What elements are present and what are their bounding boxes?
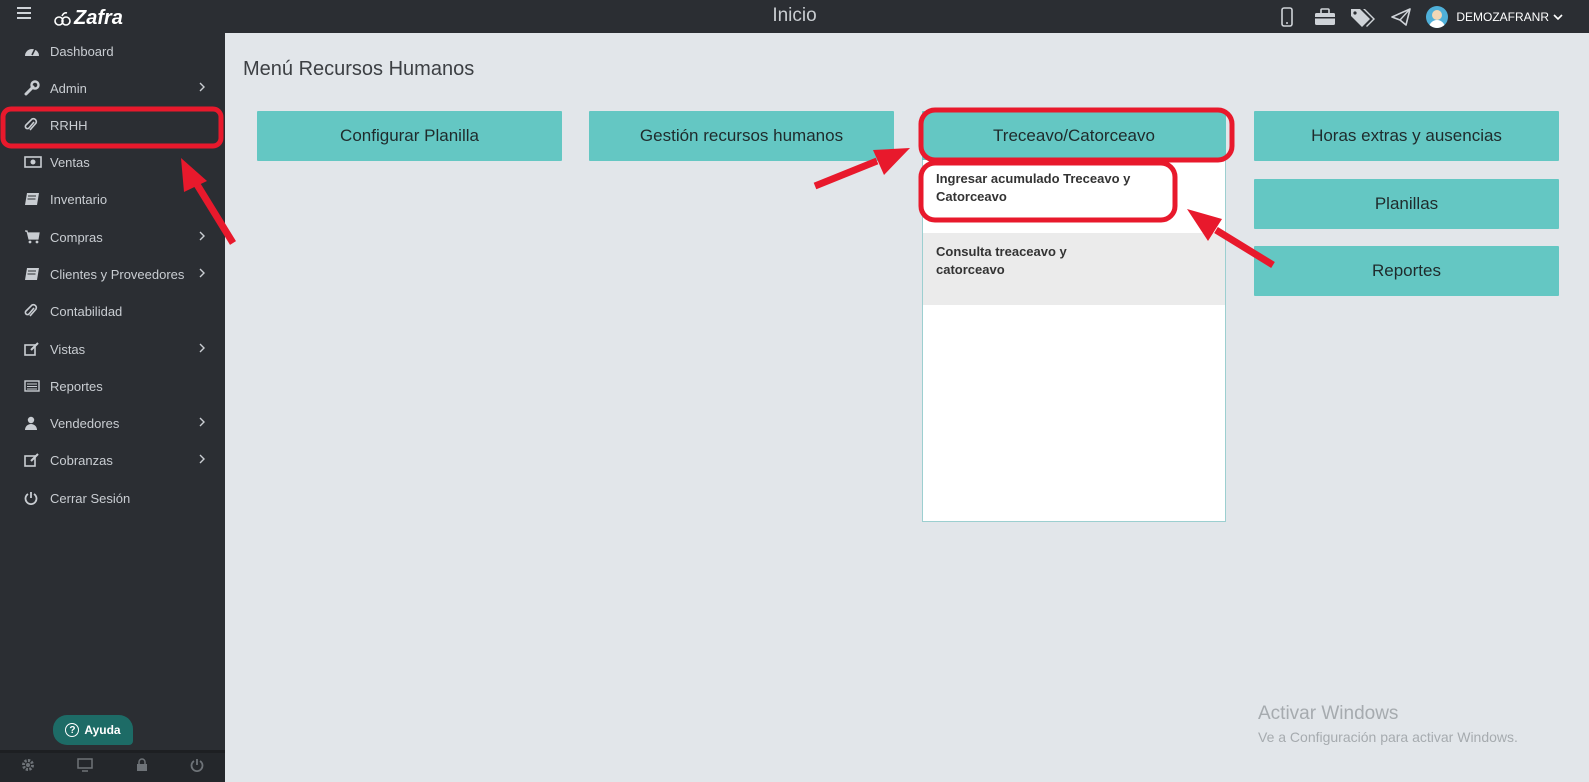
chevron-down-icon xyxy=(1553,13,1563,20)
list-icon xyxy=(24,380,48,392)
chevron-right-icon xyxy=(199,343,205,353)
app-logo[interactable]: Zafra xyxy=(54,7,123,30)
sidebar-item-cobranzas[interactable]: Cobranzas xyxy=(0,442,225,478)
sidebar-item-label: Clientes y Proveedores xyxy=(50,266,185,282)
horas-extras-button[interactable]: Horas extras y ausencias xyxy=(1254,111,1559,161)
sidebar-item-label: Cobranzas xyxy=(50,452,113,468)
sidebar-item-rrhh[interactable]: RRHH xyxy=(0,107,225,143)
edit-icon xyxy=(24,342,48,356)
sidebar-item-label: Dashboard xyxy=(50,43,114,59)
chevron-right-icon xyxy=(199,82,205,92)
sidebar-item-label: Cerrar Sesión xyxy=(50,490,131,506)
sidebar-item-reportes[interactable]: Reportes xyxy=(0,368,225,404)
watermark-subtitle: Ve a Configuración para activar Windows. xyxy=(1258,729,1518,745)
sidebar-item-label: Compras xyxy=(50,229,103,245)
sidebar-item-inventario[interactable]: Inventario xyxy=(0,181,225,217)
chevron-right-icon xyxy=(199,231,205,241)
configurar-planilla-button[interactable]: Configurar Planilla xyxy=(257,111,562,161)
top-bar: Zafra Inicio DEMOZAFRANR xyxy=(0,0,1589,33)
sidebar-item-compras[interactable]: Compras xyxy=(0,219,225,255)
edit-icon xyxy=(24,453,48,467)
wrench-icon xyxy=(24,80,48,96)
paper-plane-icon[interactable] xyxy=(1382,0,1420,33)
avatar xyxy=(1426,5,1449,28)
help-button[interactable]: ? Ayuda xyxy=(53,715,133,745)
sidebar-item-vendedores[interactable]: Vendedores xyxy=(0,405,225,441)
menu-toggle-icon[interactable] xyxy=(17,7,31,19)
book-icon xyxy=(24,267,48,281)
sidebar-item-contabilidad[interactable]: Contabilidad xyxy=(0,293,225,329)
sidebar-item-clientes-proveedores[interactable]: Clientes y Proveedores xyxy=(0,256,225,292)
sidebar-item-label: Contabilidad xyxy=(50,303,123,319)
monitor-icon[interactable] xyxy=(77,758,94,777)
gear-icon[interactable] xyxy=(21,758,35,777)
briefcase-icon[interactable] xyxy=(1306,0,1344,33)
dashboard-icon xyxy=(24,44,48,58)
sidebar: Dashboard Admin RRHH Ventas Inventario C… xyxy=(0,33,225,782)
page-heading: Menú Recursos Humanos xyxy=(243,58,475,80)
sidebar-item-cerrar-sesion[interactable]: Cerrar Sesión xyxy=(0,480,225,516)
sidebar-item-label: Inventario xyxy=(50,191,108,207)
sidebar-item-label: Ventas xyxy=(50,154,90,170)
paperclip-icon xyxy=(24,117,48,133)
sidebar-item-label: Vistas xyxy=(50,341,86,357)
dropdown-item-line: Consulta treaceavo y xyxy=(936,244,1067,259)
planillas-button[interactable]: Planillas xyxy=(1254,179,1559,229)
reportes-button[interactable]: Reportes xyxy=(1254,246,1559,296)
cart-icon xyxy=(24,230,48,244)
sidebar-item-dashboard[interactable]: Dashboard xyxy=(0,33,225,69)
dropdown-item-line: catorceavo xyxy=(936,262,1005,277)
chevron-right-icon xyxy=(199,417,205,427)
treceavo-catorceavo-button[interactable]: Treceavo/Catorceavo xyxy=(922,111,1226,161)
sidebar-item-label: Vendedores xyxy=(50,415,120,431)
logo-mark-icon xyxy=(54,11,71,26)
book-icon xyxy=(24,192,48,206)
gestion-rrhh-button[interactable]: Gestión recursos humanos xyxy=(589,111,894,161)
sidebar-footer xyxy=(0,750,225,782)
sidebar-item-ventas[interactable]: Ventas xyxy=(0,144,225,180)
watermark-title: Activar Windows xyxy=(1258,703,1399,724)
question-icon: ? xyxy=(65,723,80,737)
ingresar-acumulado-item[interactable]: Ingresar acumulado Treceavo y Catorceavo xyxy=(923,160,1225,232)
logo-text: Zafra xyxy=(74,7,123,29)
chevron-right-icon xyxy=(199,268,205,278)
user-icon xyxy=(24,416,48,430)
paperclip-icon xyxy=(24,303,48,319)
treceavo-dropdown: Ingresar acumulado Treceavo y Catorceavo… xyxy=(922,160,1226,522)
windows-activation-watermark: Activar Windows Ve a Configuración para … xyxy=(1258,703,1518,745)
chevron-right-icon xyxy=(199,454,205,464)
dropdown-item-line: Ingresar acumulado Treceavo y xyxy=(936,171,1131,186)
sidebar-item-label: RRHH xyxy=(50,117,88,133)
lock-icon[interactable] xyxy=(136,758,148,777)
power-icon[interactable] xyxy=(190,758,204,777)
user-name: DEMOZAFRANR xyxy=(1456,9,1549,24)
sidebar-item-label: Reportes xyxy=(50,378,103,394)
money-icon xyxy=(24,156,48,168)
sidebar-item-label: Admin xyxy=(50,80,87,96)
consulta-treceavo-item[interactable]: Consulta treaceavo y catorceavo xyxy=(923,233,1225,305)
power-icon xyxy=(24,491,48,505)
mobile-icon[interactable] xyxy=(1268,0,1306,33)
dropdown-item-line: Catorceavo xyxy=(936,189,1007,204)
user-menu[interactable]: DEMOZAFRANR xyxy=(1420,5,1589,28)
sidebar-item-admin[interactable]: Admin xyxy=(0,70,225,106)
tags-icon[interactable] xyxy=(1344,0,1382,33)
sidebar-item-vistas[interactable]: Vistas xyxy=(0,331,225,367)
help-label: Ayuda xyxy=(84,723,121,737)
